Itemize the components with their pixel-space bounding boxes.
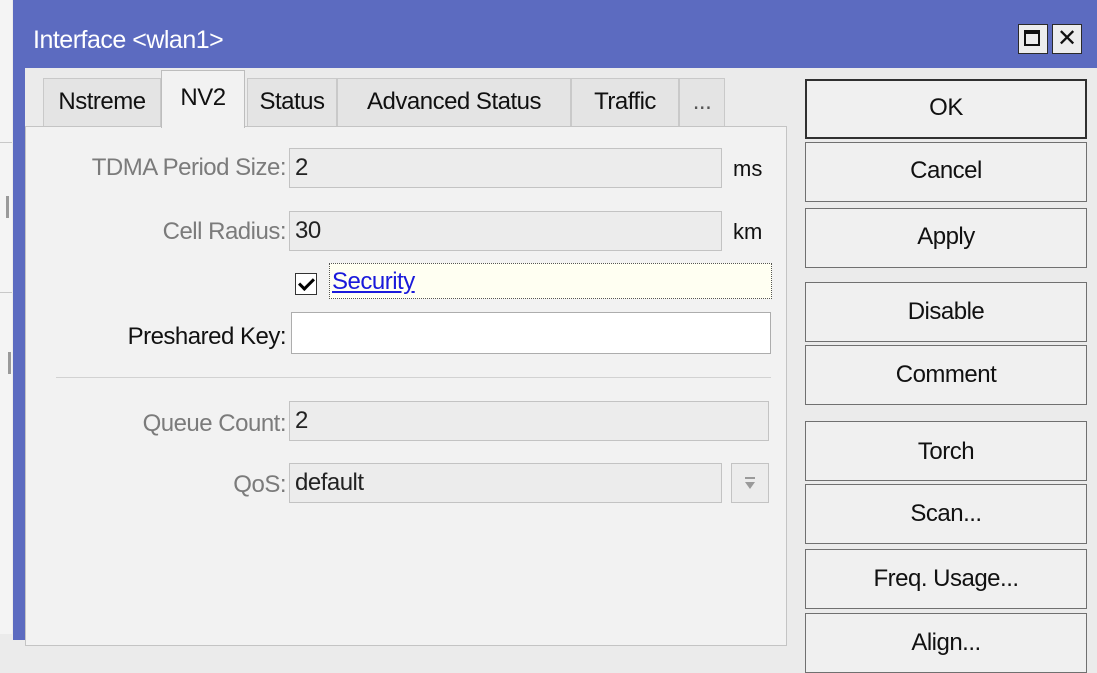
preshared-key-input[interactable] (291, 312, 771, 354)
disable-button[interactable]: Disable (805, 282, 1087, 342)
comment-button[interactable]: Comment (805, 345, 1087, 405)
freq-usage-button[interactable]: Freq. Usage... (805, 549, 1087, 609)
background-window (0, 0, 12, 634)
background-line (0, 142, 12, 143)
title-bar[interactable]: Interface <wlan1> ✕ (13, 0, 1097, 68)
tab-status[interactable]: Status (247, 78, 337, 126)
close-button[interactable]: ✕ (1052, 24, 1082, 54)
torch-button[interactable]: Torch (805, 421, 1087, 481)
apply-button[interactable]: Apply (805, 208, 1087, 268)
preshared-key-label: Preshared Key: (127, 323, 287, 350)
tab-traffic[interactable]: Traffic (571, 78, 679, 126)
background-mark (8, 352, 11, 374)
tab-bar: Nstreme NV2 Status Advanced Status Traff… (25, 68, 785, 128)
maximize-button[interactable] (1018, 24, 1048, 54)
tab-more[interactable]: ... (679, 78, 725, 126)
dialog-client-area: Nstreme NV2 Status Advanced Status Traff… (25, 68, 1097, 673)
section-divider (56, 377, 771, 378)
nv2-panel: TDMA Period Size: 2 ms Cell Radius: 30 k… (25, 126, 787, 646)
qos-label: QoS: (233, 471, 286, 498)
background-line (0, 292, 12, 293)
background-mark (6, 196, 9, 218)
queue-count-label: Queue Count: (142, 410, 287, 437)
cancel-button[interactable]: Cancel (805, 142, 1087, 202)
security-checkbox[interactable] (295, 273, 317, 295)
tdma-period-size-field[interactable]: 2 (289, 148, 722, 188)
cell-radius-field[interactable]: 30 (289, 211, 722, 251)
qos-dropdown-button[interactable] (731, 463, 769, 503)
window-title: Interface <wlan1> (33, 26, 224, 54)
align-button[interactable]: Align... (805, 613, 1087, 673)
tab-advanced-status[interactable]: Advanced Status (337, 78, 571, 126)
interface-dialog: Interface <wlan1> ✕ Nstreme NV2 Status A… (13, 0, 1097, 673)
tab-nstreme[interactable]: Nstreme (43, 78, 161, 126)
tdma-period-size-unit: ms (733, 156, 763, 181)
security-label[interactable]: Security (332, 268, 415, 296)
queue-count-field[interactable]: 2 (289, 401, 769, 441)
qos-select[interactable]: default (289, 463, 722, 503)
cell-radius-unit: km (733, 219, 763, 244)
close-icon: ✕ (1056, 25, 1078, 52)
scan-button[interactable]: Scan... (805, 484, 1087, 544)
tab-nv2[interactable]: NV2 (161, 70, 245, 128)
cell-radius-label: Cell Radius: (162, 218, 287, 245)
tdma-period-size-label: TDMA Period Size: (91, 154, 287, 181)
ok-button[interactable]: OK (805, 79, 1087, 139)
